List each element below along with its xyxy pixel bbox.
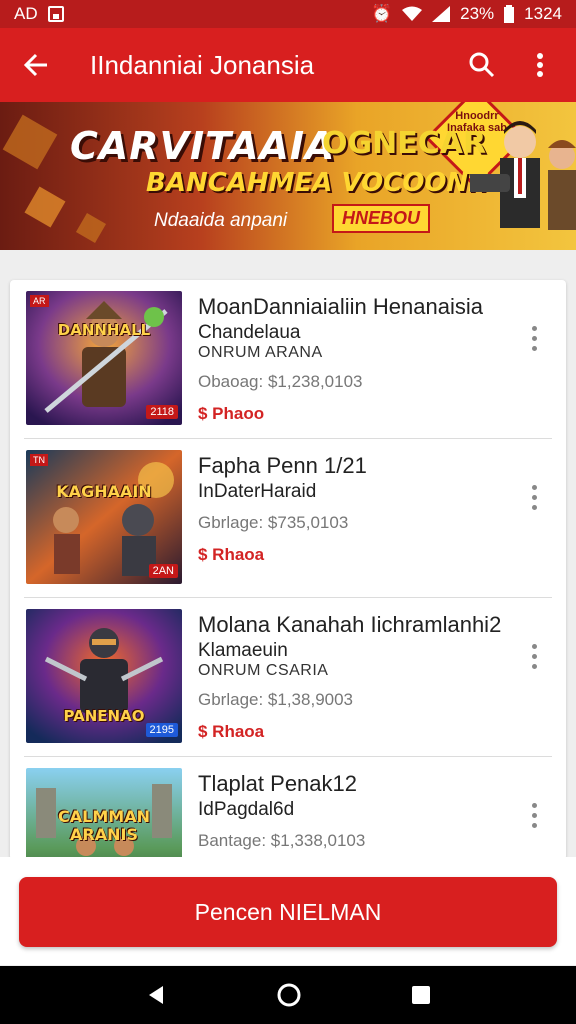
item-more-button[interactable] bbox=[522, 477, 546, 517]
game-subtitle: IdPagdal6d bbox=[198, 799, 295, 820]
thumbnail-title: KAGHAAIN bbox=[56, 482, 152, 501]
item-more-button[interactable] bbox=[522, 318, 546, 358]
list-item[interactable]: CALMMAN ARANIS Tlaplat Penak12 IdPagdal6… bbox=[24, 757, 552, 860]
banner-title: CARVITAAIA bbox=[70, 124, 336, 168]
nav-back-icon[interactable] bbox=[145, 984, 167, 1006]
clock: 1324 bbox=[524, 4, 562, 23]
game-subtitle-2: ONRUM CSARIA bbox=[198, 662, 329, 679]
thumbnail-corner-tag: AR bbox=[30, 295, 49, 307]
nav-recents-icon[interactable] bbox=[411, 985, 431, 1005]
game-subtitle-2: ONRUM ARANA bbox=[198, 344, 323, 361]
alarm-icon: ⏰ bbox=[370, 4, 393, 23]
list-item[interactable]: PANENAO 2195 Molana Kanahah Iichramlanhi… bbox=[24, 598, 552, 757]
game-info: Tlaplat Penak12 IdPagdal6d Bantage: $1,3… bbox=[198, 771, 498, 851]
thumbnail-corner-tag: TN bbox=[30, 454, 48, 466]
status-bar: AD ⏰ 23% 1324 bbox=[0, 0, 576, 28]
banner-shard bbox=[75, 212, 107, 244]
game-title: Molana Kanahah Iichramlanhi2 bbox=[198, 612, 502, 637]
wifi-icon bbox=[402, 6, 423, 21]
game-stat: Obaoag: $1,238,0103 bbox=[198, 372, 363, 391]
thumbnail-badge: 2118 bbox=[146, 405, 178, 419]
game-subtitle: InDaterHaraid bbox=[198, 481, 317, 502]
banner-title-2: OGNECAR bbox=[322, 126, 487, 161]
banner-badge: HNEBOU bbox=[332, 204, 431, 233]
item-more-button[interactable] bbox=[522, 795, 546, 835]
page-title: IIndanniai Jonansia bbox=[90, 49, 315, 80]
game-thumbnail: CALMMAN ARANIS bbox=[26, 768, 182, 860]
banner-shard bbox=[2, 114, 58, 170]
game-title: MoanDanniaialiin Henanaisia bbox=[198, 294, 483, 319]
game-thumbnail: DANNHALL AR 2118 bbox=[26, 291, 182, 425]
game-info: MoanDanniaialiin Henanaisia Chandelaua O… bbox=[198, 294, 498, 424]
thumbnail-badge: 2AN bbox=[148, 564, 178, 578]
game-thumbnail: KAGHAAIN TN 2AN bbox=[26, 450, 182, 584]
battery-text: 23% bbox=[460, 4, 495, 23]
search-icon bbox=[469, 52, 495, 78]
game-price: $ Phaoo bbox=[198, 404, 265, 423]
game-subtitle: Chandelaua bbox=[198, 322, 301, 343]
game-thumbnail: PANENAO 2195 bbox=[26, 609, 182, 743]
system-nav-bar bbox=[0, 966, 576, 1024]
nav-home-icon[interactable] bbox=[276, 982, 302, 1008]
signal-icon bbox=[432, 6, 451, 22]
thumbnail-title: DANNHALL bbox=[57, 321, 151, 339]
app-bar: IIndanniai Jonansia bbox=[0, 28, 576, 102]
list-item[interactable]: DANNHALL AR 2118 MoanDanniaialiin Henana… bbox=[24, 280, 552, 439]
thumbnail-badge: 2195 bbox=[145, 723, 178, 737]
search-button[interactable] bbox=[462, 45, 502, 85]
game-price: $ Rhaoa bbox=[198, 722, 265, 741]
game-list: DANNHALL AR 2118 MoanDanniaialiin Henana… bbox=[10, 280, 566, 860]
game-stat: Gbrlage: $735,0103 bbox=[198, 513, 349, 532]
game-stat: Gbrlage: $1,38,9003 bbox=[198, 690, 354, 709]
bottom-action-panel: Pencen NIELMAN bbox=[0, 857, 576, 965]
promo-banner[interactable]: Hnoodrr Inafaka sab CARVITAAIA OGNECAR B… bbox=[0, 102, 576, 250]
game-title: Tlaplat Penak12 bbox=[198, 771, 357, 796]
primary-action-button[interactable]: Pencen NIELMAN bbox=[19, 877, 557, 947]
status-left-text: AD bbox=[14, 4, 38, 23]
game-title: Fapha Penn 1/21 bbox=[198, 453, 367, 478]
list-item[interactable]: KAGHAAIN TN 2AN Fapha Penn 1/21 InDaterH… bbox=[24, 439, 552, 598]
banner-tagline: Ndaaida anpani bbox=[154, 210, 288, 231]
back-arrow-icon bbox=[23, 53, 47, 77]
back-button[interactable] bbox=[16, 45, 56, 85]
notification-icon bbox=[47, 6, 64, 22]
game-price: $ Rhaoa bbox=[198, 545, 265, 564]
game-info: Molana Kanahah Iichramlanhi2 Klamaeuin O… bbox=[198, 612, 502, 742]
game-subtitle: Klamaeuin bbox=[198, 640, 288, 661]
more-vert-icon bbox=[537, 53, 543, 77]
battery-icon bbox=[504, 5, 515, 23]
game-stat: Bantage: $1,338,0103 bbox=[198, 831, 366, 850]
overflow-menu-button[interactable] bbox=[520, 45, 560, 85]
banner-characters-art bbox=[470, 121, 576, 230]
banner-subtitle: BANCAHMEA VOCOONI! bbox=[146, 168, 490, 198]
banner-shard bbox=[24, 186, 66, 228]
thumbnail-title: CALMMAN ARANIS bbox=[58, 807, 150, 844]
item-more-button[interactable] bbox=[522, 636, 546, 676]
game-info: Fapha Penn 1/21 InDaterHaraid Gbrlage: $… bbox=[198, 453, 498, 565]
